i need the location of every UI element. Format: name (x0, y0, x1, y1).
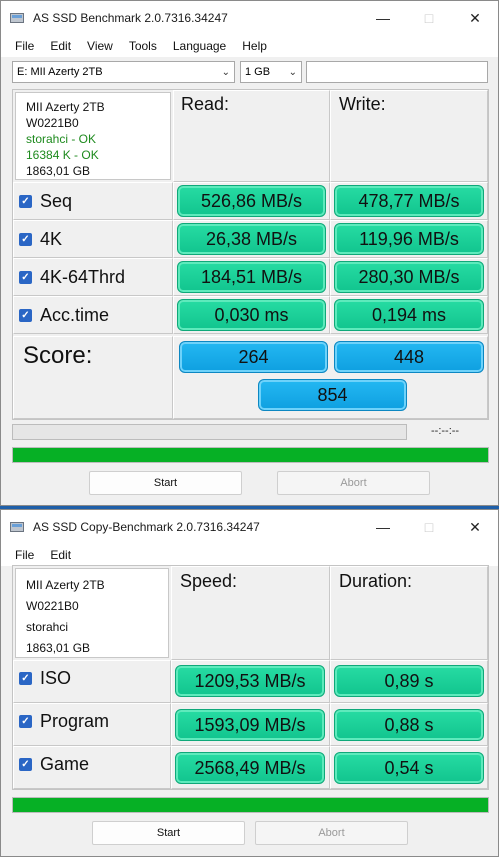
write-header: Write: (339, 94, 386, 114)
app-drive-icon (9, 519, 25, 535)
drive-info: MII Azerty 2TB W0221B0 storahci 1863,01 … (15, 568, 169, 658)
4k64-write-value: 280,30 MB/s (334, 261, 484, 293)
benchmark-window: AS SSD Benchmark 2.0.7316.34247 — □ ✕ Fi… (0, 0, 499, 506)
title-bar: AS SSD Benchmark 2.0.7316.34247 — □ ✕ (1, 1, 498, 35)
duration-header: Duration: (339, 571, 413, 591)
score-label: Score: (23, 342, 93, 369)
menu-bar: File Edit View Tools Language Help (1, 35, 498, 57)
row-acctime-label[interactable]: ✓ Acc.time (13, 296, 109, 334)
read-header: Read: (181, 94, 230, 114)
row-label-text: 4K (40, 228, 63, 249)
score-write: 448 (334, 341, 484, 373)
acctime-write-value: 0,194 ms (334, 299, 484, 331)
checkbox-checked-icon[interactable]: ✓ (19, 714, 32, 728)
drive-select-value: E: MII Azerty 2TB (17, 66, 103, 78)
driver-status: storahci (26, 620, 69, 634)
4k64-read-value: 184,51 MB/s (177, 261, 326, 293)
overall-progress-fill (13, 448, 488, 462)
drive-capacity: 1863,01 GB (26, 641, 91, 655)
minimize-icon[interactable]: — (360, 1, 406, 35)
row-label-text: Program (40, 710, 110, 731)
minimize-icon[interactable]: — (360, 510, 406, 544)
alignment-status: 16384 K - OK (26, 148, 99, 162)
row-iso-label[interactable]: ✓ ISO (13, 660, 71, 696)
row-4k64-label[interactable]: ✓ 4K-64Thrd (13, 258, 125, 296)
status-field (306, 61, 488, 83)
menu-help[interactable]: Help (234, 39, 275, 53)
abort-button[interactable]: Abort (255, 821, 408, 845)
drive-select[interactable]: E: MII Azerty 2TB ⌄ (12, 61, 235, 83)
row-label-text: 4K-64Thrd (40, 266, 126, 287)
iso-duration-value: 0,89 s (334, 665, 484, 697)
game-speed-value: 2568,49 MB/s (175, 752, 325, 784)
row-label-text: Game (40, 753, 90, 774)
driver-status: storahci - OK (26, 132, 97, 146)
size-select[interactable]: 1 GB ⌄ (240, 61, 302, 83)
program-duration-value: 0,88 s (334, 709, 484, 741)
chevron-down-icon: ⌄ (221, 67, 230, 78)
menu-edit[interactable]: Edit (42, 39, 79, 53)
checkbox-checked-icon[interactable]: ✓ (19, 232, 32, 246)
game-duration-value: 0,54 s (334, 752, 484, 784)
chevron-down-icon: ⌄ (288, 67, 297, 78)
score-read: 264 (179, 341, 328, 373)
close-icon[interactable]: ✕ (452, 510, 498, 544)
start-button[interactable]: Start (92, 821, 245, 845)
copy-results-grid: MII Azerty 2TB W0221B0 storahci 1863,01 … (12, 565, 489, 790)
start-button[interactable]: Start (89, 471, 242, 495)
drive-firmware: W0221B0 (26, 599, 79, 613)
menu-file[interactable]: File (7, 548, 42, 562)
row-label-text: Acc.time (40, 304, 110, 325)
copy-benchmark-window: AS SSD Copy-Benchmark 2.0.7316.34247 — □… (0, 509, 499, 857)
acctime-read-value: 0,030 ms (177, 299, 326, 331)
speed-header: Speed: (180, 571, 238, 591)
program-speed-value: 1593,09 MB/s (175, 709, 325, 741)
close-icon[interactable]: ✕ (452, 1, 498, 35)
checkbox-checked-icon[interactable]: ✓ (19, 194, 32, 208)
abort-button[interactable]: Abort (277, 471, 430, 495)
copy-progress-fill (13, 798, 488, 812)
row-seq-label[interactable]: ✓ Seq (13, 182, 72, 220)
menu-tools[interactable]: Tools (121, 39, 165, 53)
row-game-label[interactable]: ✓ Game (13, 746, 89, 782)
4k-read-value: 26,38 MB/s (177, 223, 326, 255)
row-program-label[interactable]: ✓ Program (13, 703, 109, 739)
maximize-icon: □ (424, 519, 434, 535)
menu-bar: File Edit (1, 544, 498, 566)
test-progress (12, 424, 407, 440)
copy-progress (12, 797, 489, 813)
elapsed-timer: --:--:-- (431, 425, 460, 437)
maximize-icon: □ (424, 10, 434, 26)
checkbox-checked-icon[interactable]: ✓ (19, 671, 32, 685)
row-label-text: ISO (40, 667, 72, 688)
seq-write-value: 478,77 MB/s (334, 185, 484, 217)
4k-write-value: 119,96 MB/s (334, 223, 484, 255)
menu-file[interactable]: File (7, 39, 42, 53)
drive-firmware: W0221B0 (26, 116, 79, 130)
row-label-text: Seq (40, 190, 73, 211)
window-title: AS SSD Copy-Benchmark 2.0.7316.34247 (33, 520, 260, 534)
checkbox-checked-icon[interactable]: ✓ (19, 270, 32, 284)
menu-language[interactable]: Language (165, 39, 234, 53)
checkbox-checked-icon[interactable]: ✓ (19, 308, 32, 322)
iso-speed-value: 1209,53 MB/s (175, 665, 325, 697)
drive-name: MII Azerty 2TB (26, 578, 105, 592)
row-4k-label[interactable]: ✓ 4K (13, 220, 62, 258)
overall-progress (12, 447, 489, 463)
seq-read-value: 526,86 MB/s (177, 185, 326, 217)
drive-capacity: 1863,01 GB (26, 164, 91, 178)
drive-info: MII Azerty 2TB W0221B0 storahci - OK 163… (15, 92, 171, 180)
score-total: 854 (258, 379, 407, 411)
results-grid: MII Azerty 2TB W0221B0 storahci - OK 163… (12, 89, 489, 420)
menu-edit[interactable]: Edit (42, 548, 79, 562)
app-drive-icon (9, 10, 25, 26)
menu-view[interactable]: View (79, 39, 121, 53)
window-title: AS SSD Benchmark 2.0.7316.34247 (33, 11, 228, 25)
title-bar: AS SSD Copy-Benchmark 2.0.7316.34247 — □… (1, 510, 498, 544)
size-select-value: 1 GB (245, 66, 271, 78)
drive-name: MII Azerty 2TB (26, 100, 105, 114)
checkbox-checked-icon[interactable]: ✓ (19, 757, 32, 771)
